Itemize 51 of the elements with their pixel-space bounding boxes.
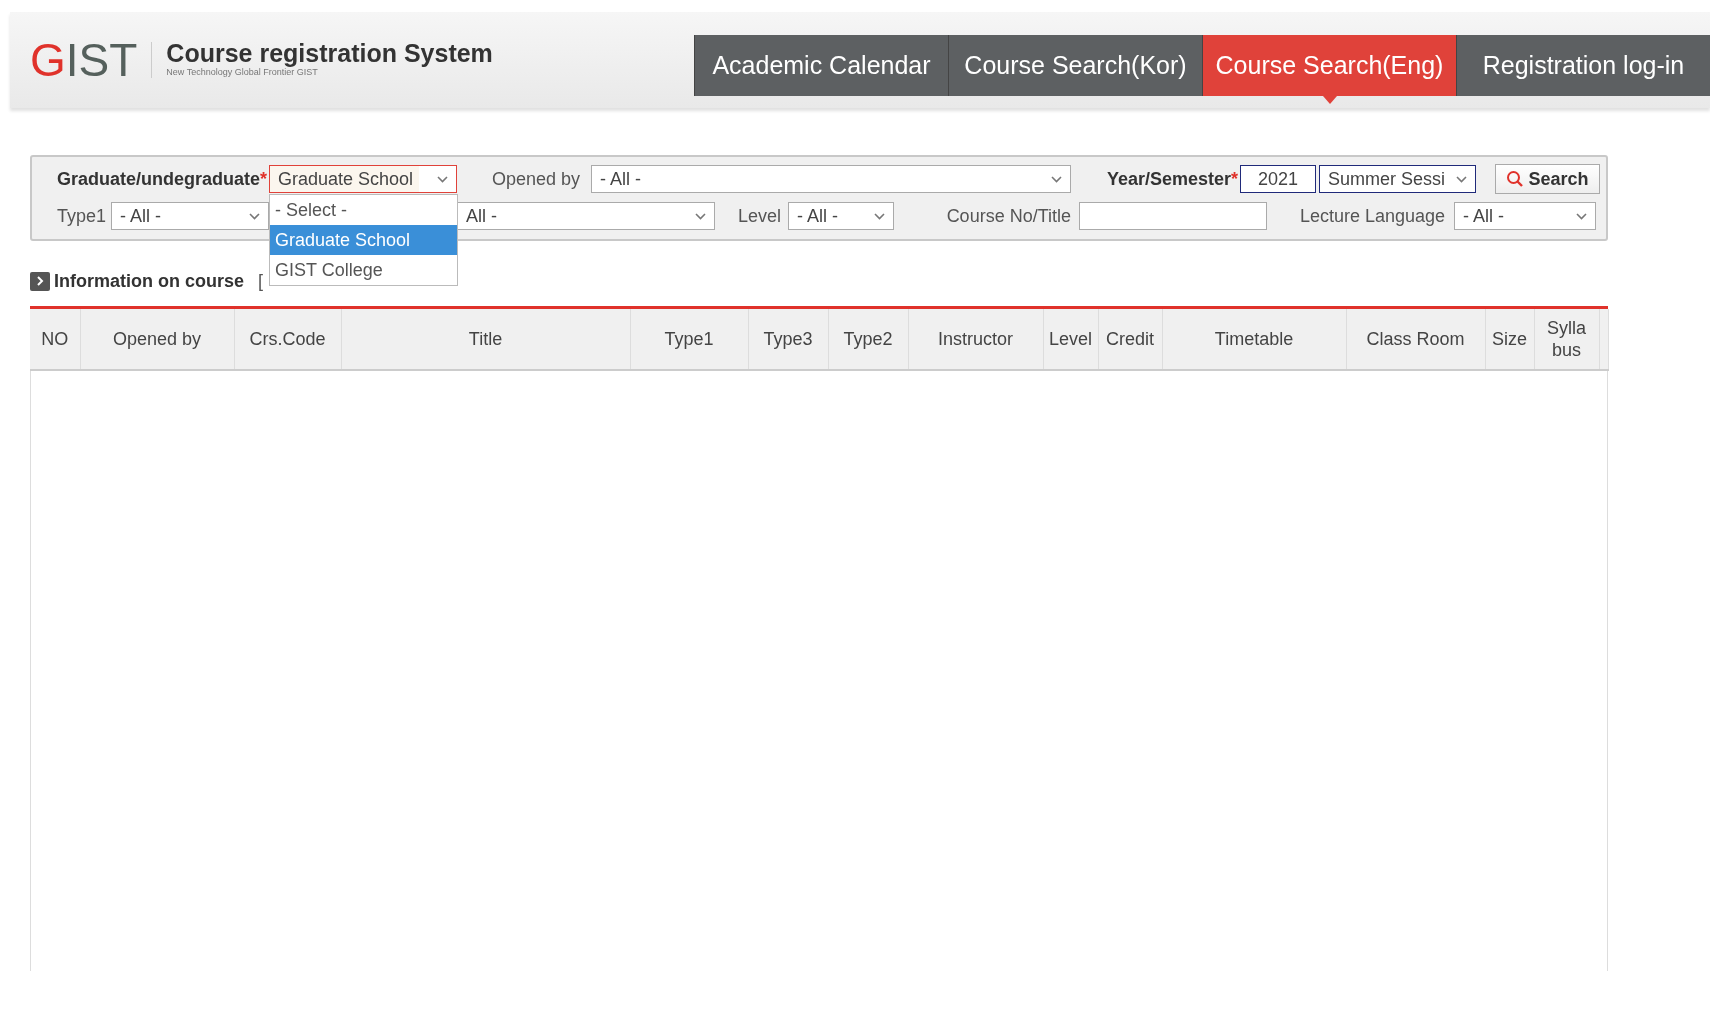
chevron-right-icon xyxy=(30,271,50,291)
select-field[interactable]: Summer Sessi xyxy=(1319,165,1476,193)
column-header: Type3 xyxy=(748,309,828,370)
column-header: Class Room xyxy=(1346,309,1485,370)
column-header: Size xyxy=(1485,309,1534,370)
text-field[interactable]: 2021 xyxy=(1240,165,1316,193)
logo-text: GIST xyxy=(30,37,138,83)
select-field[interactable]: - All - xyxy=(788,202,894,230)
column-header: Credit xyxy=(1098,309,1162,370)
column-header: Timetable xyxy=(1162,309,1346,370)
column-header: NO xyxy=(30,309,80,370)
bracket-text: [ xyxy=(258,269,264,293)
select-field[interactable]: - All - xyxy=(591,165,1071,193)
field-label: Year/Semester* xyxy=(1105,167,1238,191)
dropdown-option[interactable]: - Select - xyxy=(270,195,457,225)
chevron-down-icon xyxy=(1051,175,1062,183)
field-label: Graduate/undegraduate* xyxy=(55,167,267,191)
chevron-down-icon xyxy=(1456,175,1467,183)
search-icon xyxy=(1506,170,1525,188)
nav-tab[interactable]: Course Search(Kor) xyxy=(948,35,1202,96)
chevron-down-icon xyxy=(874,212,885,220)
section-title: Information on course xyxy=(54,269,244,293)
chevron-down-icon xyxy=(437,175,448,183)
nav-tab[interactable]: Academic Calendar xyxy=(694,35,948,96)
system-subtitle: New Technology Global Frontier GIST xyxy=(166,67,318,80)
column-header: Level xyxy=(1043,309,1098,370)
column-header: Type1 xyxy=(630,309,748,370)
select-field[interactable]: - All - xyxy=(111,202,269,230)
column-header: Instructor xyxy=(908,309,1043,370)
select-field[interactable]: All - xyxy=(457,202,715,230)
field-label: Opened by xyxy=(490,167,580,191)
dropdown-option[interactable]: GIST College xyxy=(270,255,457,285)
field-label: Lecture Language xyxy=(1298,204,1445,228)
select-field[interactable]: Graduate School xyxy=(269,165,457,193)
system-title: Course registration System xyxy=(166,40,493,67)
nav-tab[interactable]: Registration log-in xyxy=(1456,35,1710,96)
pointer-icon xyxy=(1322,96,1337,104)
field-label: Level xyxy=(736,204,781,228)
field-label: Course No/Title xyxy=(945,204,1071,228)
chevron-down-icon xyxy=(695,212,706,220)
column-header: Opened by xyxy=(80,309,234,370)
chevron-down-icon xyxy=(1576,212,1587,220)
text-field[interactable] xyxy=(1079,202,1267,230)
column-header: Title xyxy=(341,309,630,370)
search-button[interactable]: Search xyxy=(1495,164,1600,194)
column-header: Crs.Code xyxy=(234,309,341,370)
column-header: Type2 xyxy=(828,309,908,370)
select-field[interactable]: - All - xyxy=(1454,202,1596,230)
column-header: Sylla bus xyxy=(1534,309,1599,370)
chevron-down-icon xyxy=(249,212,260,220)
field-label: Type1 xyxy=(57,204,106,228)
